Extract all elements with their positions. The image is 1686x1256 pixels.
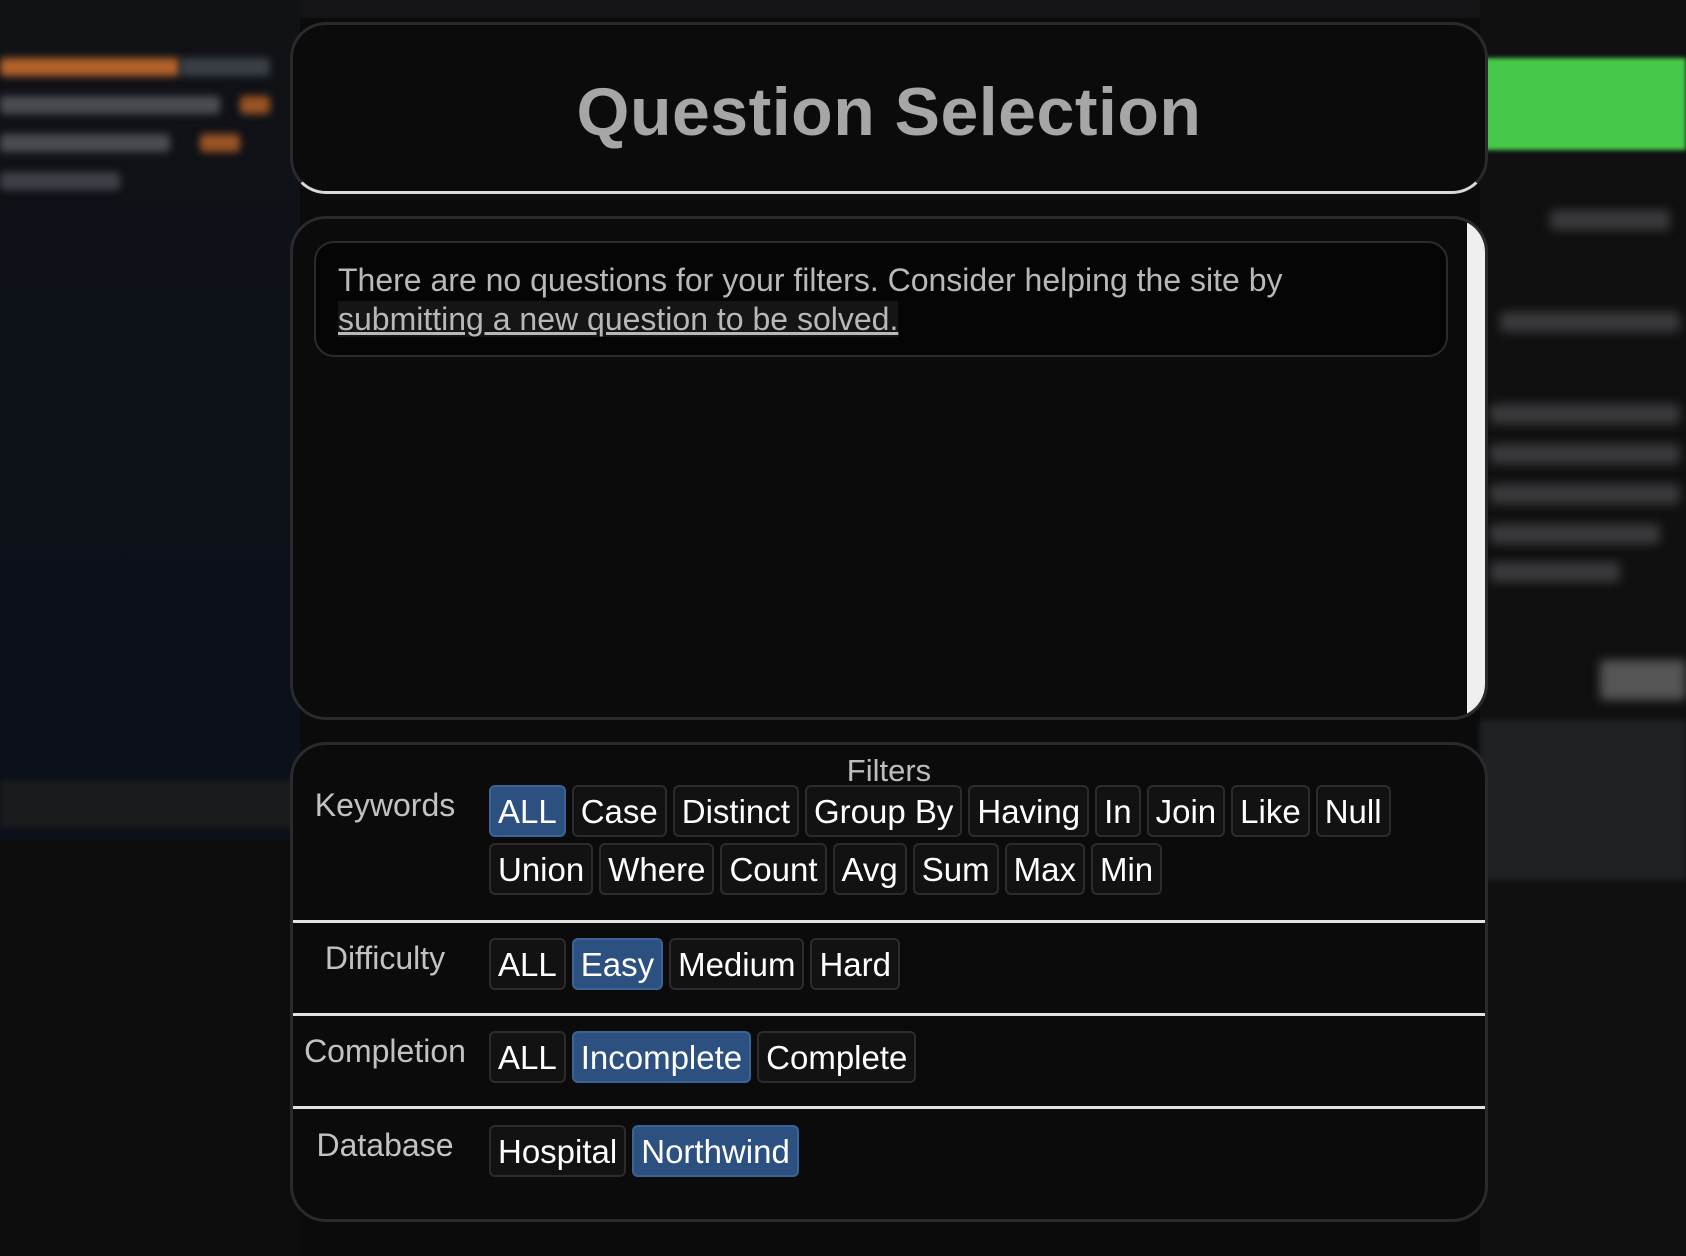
background-right-box [1480, 720, 1686, 880]
completion-chips: ALL Incomplete Complete [489, 1031, 1449, 1083]
background-text [1490, 404, 1680, 424]
difficulty-chip-all[interactable]: ALL [489, 938, 566, 990]
divider [293, 1013, 1485, 1016]
keywords-chip-group-by[interactable]: Group By [804, 785, 963, 837]
keywords-chip-null[interactable]: Null [1315, 785, 1391, 837]
completion-chip-all[interactable]: ALL [489, 1031, 566, 1083]
difficulty-filter-row: Difficulty ALL Easy Medium Hard [293, 938, 1485, 998]
questions-panel: There are no questions for your filters.… [290, 216, 1488, 720]
keywords-chip-join[interactable]: Join [1146, 785, 1226, 837]
divider [293, 920, 1485, 923]
filters-panel: Filters Keywords ALL Case Distinct Group By… [290, 742, 1488, 1222]
keywords-chip-where[interactable]: Where [599, 843, 715, 895]
keywords-chip-avg[interactable]: Avg [832, 843, 907, 895]
keywords-chip-union[interactable]: Union [489, 843, 594, 895]
keywords-chips: ALL Case Distinct Group By Having In Join Like N… [489, 785, 1449, 895]
keywords-chip-having[interactable]: Having [968, 785, 1090, 837]
database-filter-row: Database Hospital Northwind [293, 1125, 1485, 1185]
submit-question-link[interactable]: submitting a new question to be solved. [338, 301, 899, 337]
keywords-chip-count[interactable]: Count [720, 843, 827, 895]
background-code-editor [0, 0, 300, 840]
background-text [1490, 444, 1680, 464]
background-right-panel [1480, 0, 1686, 1256]
difficulty-chip-hard[interactable]: Hard [810, 938, 900, 990]
keywords-chip-min[interactable]: Min [1090, 843, 1163, 895]
divider [293, 1106, 1485, 1109]
database-chips: Hospital Northwind [489, 1125, 1449, 1177]
database-chip-hospital[interactable]: Hospital [489, 1125, 627, 1177]
completion-label: Completion [304, 1033, 466, 1069]
difficulty-label: Difficulty [324, 940, 446, 976]
keywords-chip-distinct[interactable]: Distinct [672, 785, 799, 837]
database-label: Database [316, 1127, 454, 1163]
empty-questions-notice: There are no questions for your filters.… [314, 241, 1448, 357]
keywords-filter-row: Keywords ALL Case Distinct Group By Having In… [293, 785, 1485, 905]
background-text [1550, 210, 1670, 230]
keywords-chip-in[interactable]: In [1095, 785, 1141, 837]
background-strip [0, 780, 300, 828]
keywords-chip-like[interactable]: Like [1231, 785, 1310, 837]
background-text [1490, 524, 1660, 544]
background-text [1600, 660, 1686, 700]
completion-filter-row: Completion ALL Incomplete Complete [293, 1031, 1485, 1091]
database-chip-northwind[interactable]: Northwind [632, 1125, 799, 1177]
keywords-label: Keywords [314, 787, 456, 823]
completion-chip-complete[interactable]: Complete [757, 1031, 917, 1083]
background-text [1500, 312, 1680, 332]
difficulty-chip-medium[interactable]: Medium [669, 938, 805, 990]
completion-chip-incomplete[interactable]: Incomplete [571, 1031, 752, 1083]
difficulty-chip-easy[interactable]: Easy [571, 938, 664, 990]
background-green-button [1480, 58, 1686, 150]
keywords-chip-sum[interactable]: Sum [912, 843, 999, 895]
keywords-chip-max[interactable]: Max [1004, 843, 1085, 895]
difficulty-chips: ALL Easy Medium Hard [489, 938, 1449, 990]
questions-scrollbar[interactable] [1467, 223, 1485, 717]
filters-heading: Filters [846, 753, 932, 788]
background-left-bottom [0, 840, 300, 1256]
background-text [1490, 562, 1620, 582]
background-text [1490, 484, 1680, 504]
title-card: Question Selection [290, 22, 1488, 194]
empty-message: There are no questions for your filters.… [338, 262, 1283, 298]
page-title: Question Selection [576, 74, 1202, 150]
keywords-chip-all[interactable]: ALL [489, 785, 566, 837]
keywords-chip-case[interactable]: Case [571, 785, 667, 837]
